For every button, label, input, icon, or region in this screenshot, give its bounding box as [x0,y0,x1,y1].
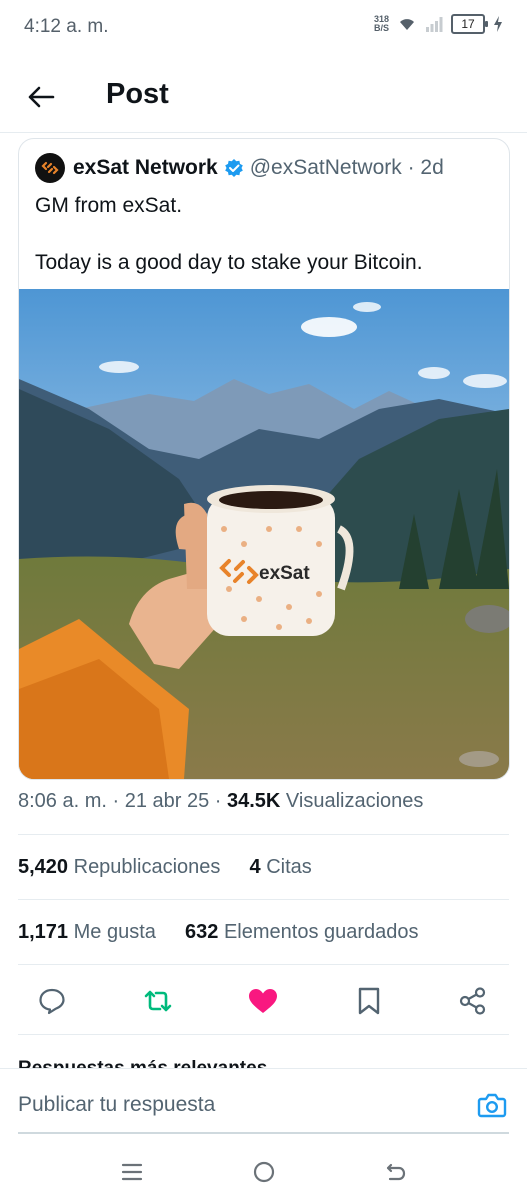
wifi-icon [400,19,414,30]
stats-likes-bookmarks: 1,171 Me gusta 632 Elementos guardados [18,921,419,944]
post-actions-bar [0,975,527,1025]
divider [18,899,509,900]
charging-icon [494,16,502,32]
heart-icon [249,989,277,1013]
bookmark-button[interactable] [353,985,385,1017]
mug-brand-label: exSat [259,563,310,584]
top-app-bar: Post [0,60,527,133]
divider [18,834,509,835]
bookmark-icon [358,987,380,1015]
camera-button[interactable] [477,1091,507,1124]
menu-icon [121,1163,143,1181]
signal-icon [426,17,443,32]
reply-button[interactable] [36,985,68,1017]
system-navigation-bar [0,1140,527,1200]
verified-badge-icon [224,158,244,178]
return-icon [386,1163,406,1181]
status-bar: 4:12 a. m. 318 B/S 17 [0,0,527,54]
quoted-post-line: GM from exSat. [35,194,183,217]
quoted-post-text: GM from exSat. Today is a good day to st… [35,191,423,277]
repost-icon [144,990,172,1012]
quoted-post-card[interactable]: exSat Network @exSatNetwork · 2d GM from… [18,138,510,780]
camera-icon [477,1093,507,1118]
arrow-left-icon [28,86,55,108]
views-count: 34.5K [227,790,281,812]
share-icon [459,987,486,1015]
quotes-stat[interactable]: 4 Citas [250,856,312,878]
like-button[interactable] [247,985,279,1017]
quoted-post-line: Today is a good day to stake your Bitcoi… [35,251,423,274]
page-title: Post [106,78,169,110]
divider [18,1034,509,1035]
avatar[interactable] [35,153,65,183]
reply-input-underline [18,1132,509,1134]
battery-icon: 17 [451,14,488,34]
post-photo[interactable]: exSat [19,289,509,779]
post-datetime: 8:06 a. m. · 21 abr 25 · [18,790,227,812]
quoted-post-header: exSat Network @exSatNetwork · 2d [35,153,444,183]
likes-stat[interactable]: 1,171 Me gusta [18,921,156,943]
author-name[interactable]: exSat Network [73,156,218,180]
reply-input[interactable]: Publicar tu respuesta [18,1093,215,1117]
exsat-logo-icon [41,161,59,175]
reply-composer: Publicar tu respuesta [0,1068,527,1135]
stats-reposts-quotes: 5,420 Republicaciones 4 Citas [18,856,312,879]
system-back-button[interactable] [382,1158,410,1186]
comment-icon [39,988,65,1015]
reposts-stat[interactable]: 5,420 Republicaciones [18,856,220,878]
post-timestamp-line: 8:06 a. m. · 21 abr 25 · 34.5K Visualiza… [18,790,423,813]
home-button[interactable] [250,1158,278,1186]
bookmarks-stat[interactable]: 632 Elementos guardados [185,921,419,943]
divider [18,964,509,965]
share-button[interactable] [457,985,489,1017]
author-handle-time: @exSatNetwork · 2d [249,156,444,179]
views-label: Visualizaciones [280,790,424,812]
back-button[interactable] [24,80,58,114]
status-icons: 318 B/S 17 [374,14,503,34]
replies-sort-heading[interactable]: Respuestas más relevantes [18,1058,267,1068]
recent-apps-button[interactable] [118,1158,146,1186]
home-circle-icon [253,1161,275,1183]
status-time: 4:12 a. m. [24,16,109,37]
repost-button[interactable] [142,985,174,1017]
network-speed: 318 B/S [373,14,389,33]
